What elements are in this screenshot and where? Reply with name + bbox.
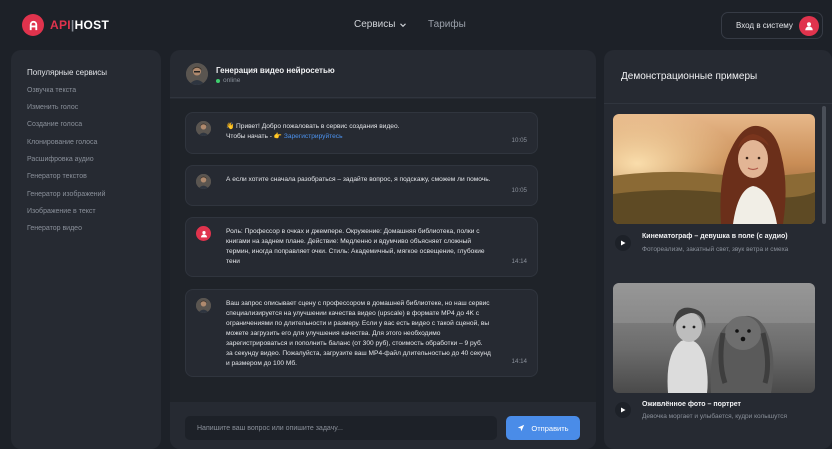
bot-avatar	[196, 121, 211, 136]
top-header: API|HOST Сервисы Тарифы Вход в систему	[0, 0, 832, 50]
send-button[interactable]: Отправить	[506, 416, 580, 440]
demo-panel: Демонстрационные примеры Кинематограф – …	[604, 50, 832, 449]
register-link[interactable]: Зарегистрируйтесь	[284, 133, 343, 140]
chat-message-bot: А если хотите сначала разобраться – зада…	[185, 165, 538, 206]
send-button-label: Отправить	[531, 423, 569, 433]
sidebar-item-image-to-text[interactable]: Изображение в текст	[27, 208, 96, 215]
user-icon	[196, 226, 211, 241]
message-time: 14:14	[511, 258, 527, 265]
message-line: Чтобы начать - 👉 Зарегистрируйтесь	[226, 132, 491, 142]
bot-avatar	[196, 298, 211, 313]
message-time: 10:05	[511, 187, 527, 194]
demo-card-desc: Девочка моргает и улыбается, кудри колыш…	[642, 413, 788, 420]
chat-message-bot: Ваш запрос описывает сцену с профессором…	[185, 289, 538, 377]
chat-footer: Отправить	[170, 402, 596, 449]
demo-card-desc: Фотореализм, закатный свет, звук ветра и…	[642, 246, 789, 253]
chat-panel: Генерация видео нейросетью online 👋 Прив…	[170, 50, 596, 449]
chat-message-bot: 👋 Привет! Добро пожаловать в сервис созд…	[185, 112, 538, 154]
demo-card-title: Кинематограф – девушка в поле (с аудио)	[642, 233, 788, 240]
nav-services-label: Сервисы	[354, 19, 396, 30]
play-icon[interactable]	[615, 402, 631, 418]
sidebar-item-create-voice[interactable]: Создание голоса	[27, 121, 82, 128]
message-input[interactable]	[185, 416, 497, 440]
chat-title: Генерация видео нейросетью	[216, 66, 335, 75]
nav-services[interactable]: Сервисы	[354, 19, 407, 30]
chat-status-label: online	[223, 77, 241, 84]
demo-scrollbar[interactable]	[822, 106, 826, 224]
demo-title: Демонстрационные примеры	[621, 71, 758, 82]
message-time: 10:05	[511, 137, 527, 144]
chat-message-user: Роль: Профессор в очках и джемпере. Окру…	[185, 217, 538, 277]
demo-image-girl-dog[interactable]	[613, 283, 815, 393]
nav-tariffs-label: Тарифы	[428, 19, 466, 30]
sidebar-title: Популярные сервисы	[27, 68, 108, 77]
message-text: Ваш запрос описывает сцену с профессором…	[226, 300, 491, 367]
demo-card[interactable]: Оживлённое фото – портрет Девочка моргае…	[613, 283, 815, 443]
user-icon	[799, 16, 819, 36]
chevron-down-icon	[400, 22, 407, 27]
sidebar: Популярные сервисы Озвучка текста Измени…	[11, 50, 161, 449]
message-text: А если хотите сначала разобраться – зада…	[226, 176, 491, 183]
nav-tariffs[interactable]: Тарифы	[428, 19, 466, 30]
chat-status: online	[216, 77, 240, 84]
login-button[interactable]: Вход в систему	[721, 12, 823, 39]
bot-avatar	[196, 174, 211, 189]
chat-messages[interactable]: 👋 Привет! Добро пожаловать в сервис созд…	[170, 99, 596, 402]
message-line-prefix: Чтобы начать - 👉	[226, 133, 284, 140]
online-indicator	[216, 78, 220, 83]
sidebar-item-transcribe-audio[interactable]: Расшифровка аудио	[27, 156, 94, 163]
bot-avatar	[186, 63, 208, 85]
demo-card[interactable]: Кинематограф – девушка в поле (с аудио) …	[613, 114, 815, 269]
demo-image-field-girl[interactable]	[613, 114, 815, 224]
sidebar-item-change-voice[interactable]: Изменить голос	[27, 104, 78, 111]
divider	[604, 103, 832, 104]
logo-icon	[22, 14, 44, 36]
sidebar-item-image-generator[interactable]: Генератор изображений	[27, 191, 105, 198]
chat-header: Генерация видео нейросетью online	[170, 50, 596, 98]
demo-card-title: Оживлённое фото – портрет	[642, 401, 741, 408]
message-text: Роль: Профессор в очках и джемпере. Окру…	[226, 228, 485, 265]
sidebar-item-voiceover[interactable]: Озвучка текста	[27, 87, 76, 94]
login-label: Вход в систему	[736, 21, 793, 30]
message-line: 👋 Привет! Добро пожаловать в сервис созд…	[226, 123, 400, 130]
send-icon	[518, 424, 525, 432]
logo-text: API|HOST	[50, 18, 110, 32]
sidebar-item-clone-voice[interactable]: Клонирование голоса	[27, 139, 97, 146]
sidebar-item-video-generator[interactable]: Генератор видео	[27, 225, 82, 232]
logo[interactable]: API|HOST	[22, 14, 109, 36]
message-time: 14:14	[511, 358, 527, 365]
sidebar-item-text-generator[interactable]: Генератор текстов	[27, 173, 87, 180]
play-icon[interactable]	[615, 235, 631, 251]
message-text: 👋 Привет! Добро пожаловать в сервис созд…	[226, 122, 491, 142]
